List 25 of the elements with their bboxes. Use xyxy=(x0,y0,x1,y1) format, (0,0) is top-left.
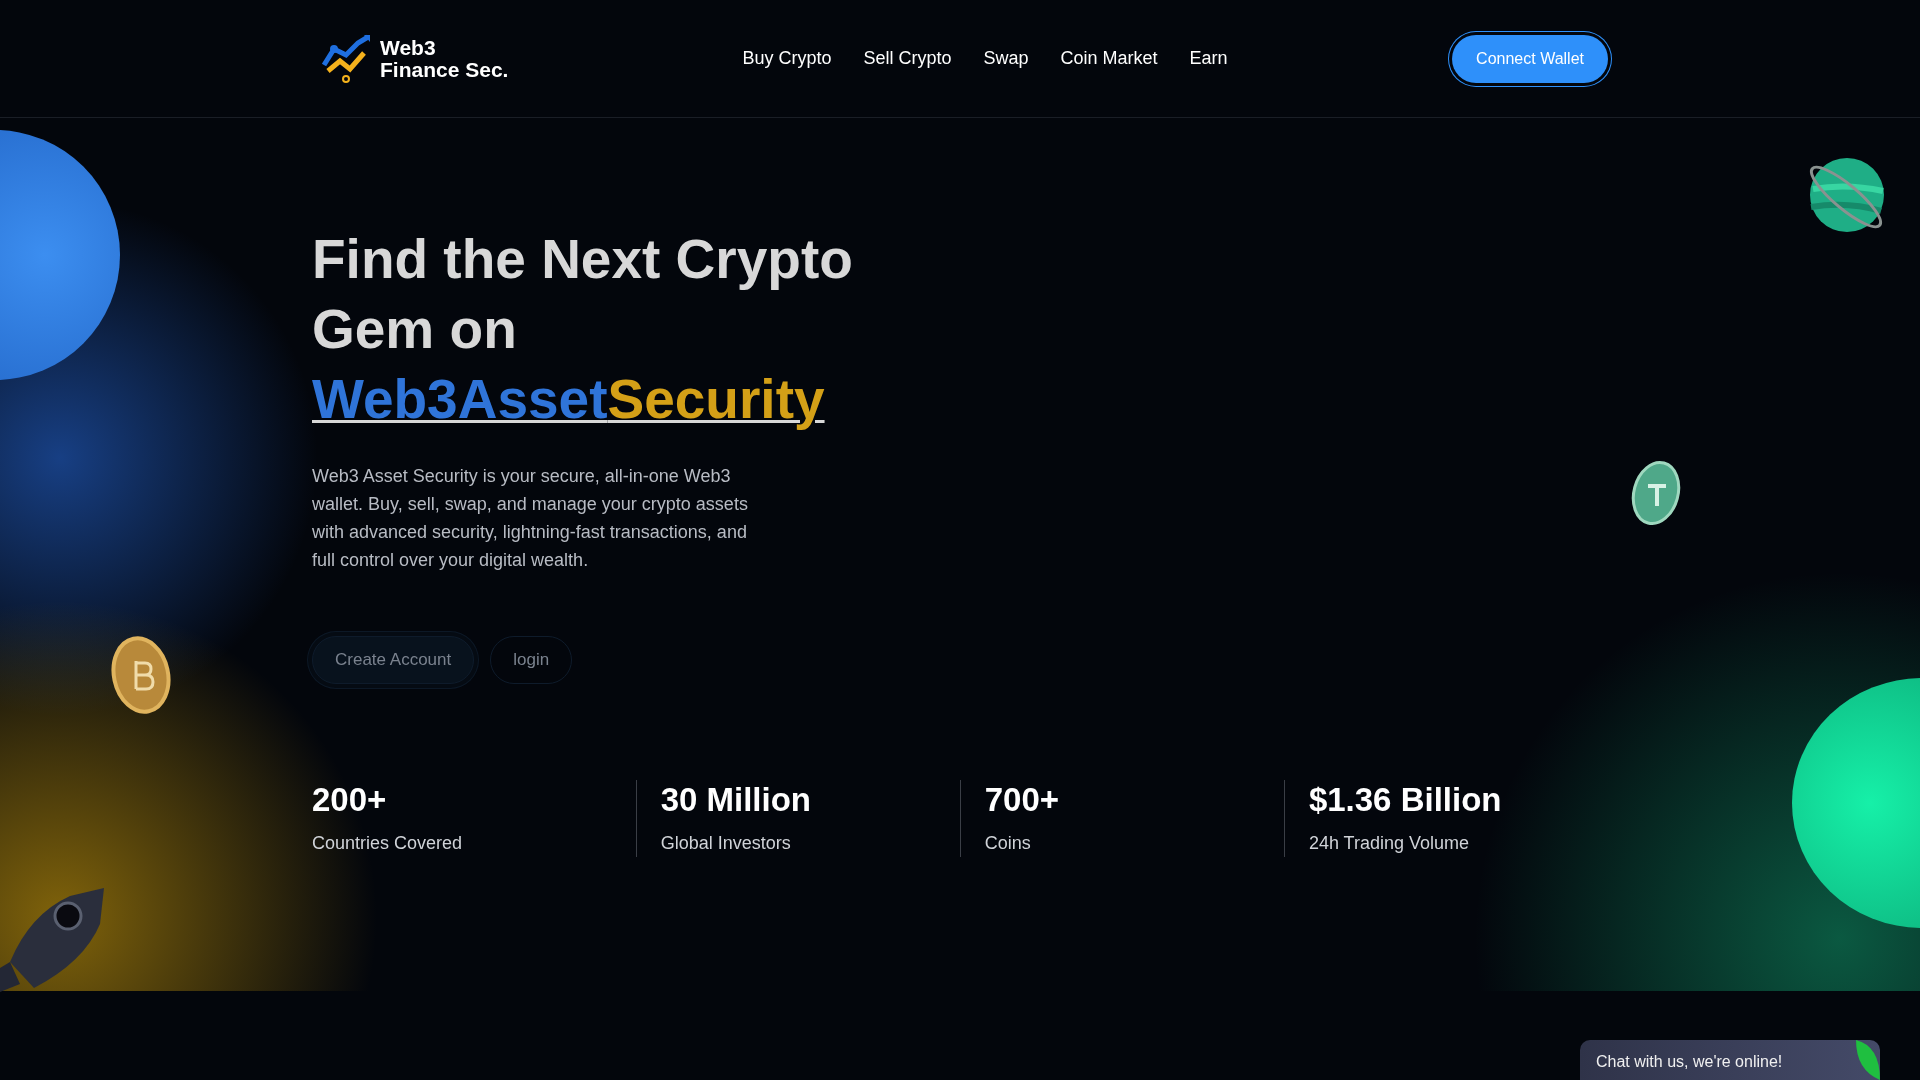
stat-label: 24h Trading Volume xyxy=(1308,831,1470,855)
bitcoin-coin-icon xyxy=(110,635,172,715)
hero-title-line: Find the Next Crypto xyxy=(312,227,854,292)
chat-widget[interactable]: Chat with us, we're online! xyxy=(1580,1040,1880,1080)
nav-link[interactable]: Sell Crypto xyxy=(847,45,968,72)
stat-value: 200+ xyxy=(312,779,388,820)
stat-label: Countries Covered xyxy=(312,831,464,855)
nav-link[interactable]: Coin Market xyxy=(1044,45,1174,72)
online-leaf-icon xyxy=(1856,1040,1880,1080)
nav-link[interactable]: Earn xyxy=(1173,45,1244,72)
stat-value: 30 Million xyxy=(660,779,812,820)
stat-value: $1.36 Billion xyxy=(1308,779,1503,820)
coin-icon xyxy=(1630,460,1682,526)
stat-value: 700+ xyxy=(984,779,1061,820)
chart-logo-icon xyxy=(320,32,372,85)
hero-title-line: Gem on xyxy=(312,297,518,362)
brand-logo[interactable]: Web3 Finance Sec. xyxy=(320,32,509,85)
nav-link[interactable]: Swap xyxy=(967,45,1045,72)
brand-name: Finance Sec. xyxy=(380,58,509,81)
stat-label: Coins xyxy=(984,831,1032,855)
nav-link[interactable]: Buy Crypto xyxy=(726,45,848,72)
brand-name: Web3 xyxy=(380,36,437,59)
hero-highlight-title: Web3AssetSecurity xyxy=(312,367,826,432)
stat-label: Global Investors xyxy=(660,831,792,855)
hero-description: Web3 Asset Security is your secure, all-in-one Web3 wallet. Buy, sell, swap, and manage your crypto assets with advanced security, lightning-fast transactions, and full control over your digital wealth. xyxy=(312,465,749,572)
